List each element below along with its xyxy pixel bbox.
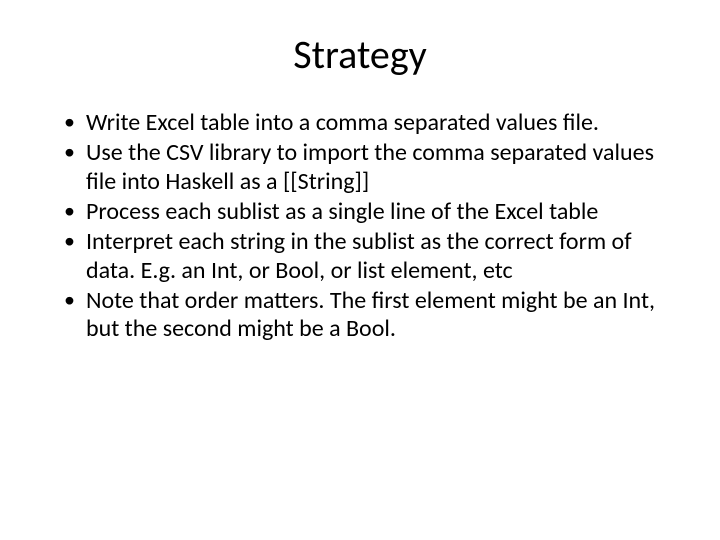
list-item: Write Excel table into a comma separated… — [60, 109, 660, 137]
list-item: Process each sublist as a single line of… — [60, 198, 660, 226]
list-item: Note that order matters. The first eleme… — [60, 287, 660, 344]
list-item: Interpret each string in the sublist as … — [60, 228, 660, 285]
bullet-list: Write Excel table into a comma separated… — [60, 109, 660, 344]
slide-title: Strategy — [60, 30, 660, 79]
list-item: Use the CSV library to import the comma … — [60, 139, 660, 196]
slide: Strategy Write Excel table into a comma … — [0, 0, 720, 540]
